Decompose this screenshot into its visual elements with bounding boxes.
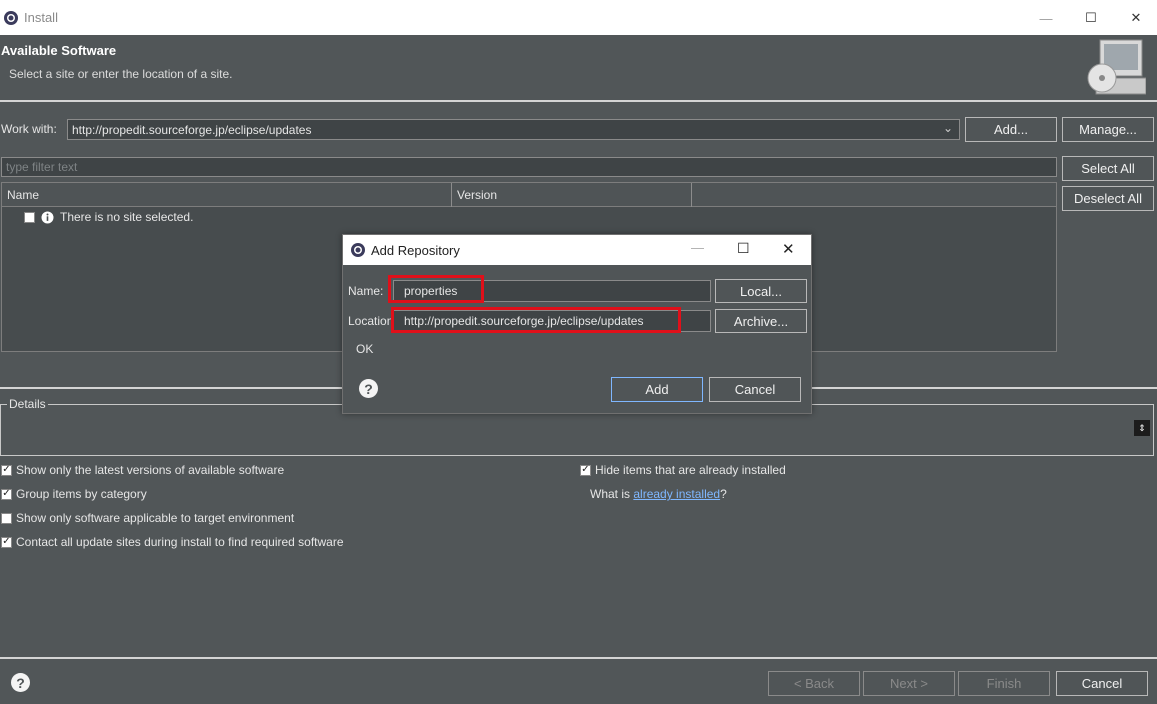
minimize-button[interactable]: — — [1023, 6, 1069, 30]
what-is-prefix: What is — [590, 487, 631, 501]
window-titlebar: Install — ☐ ✕ — [0, 0, 1157, 35]
close-icon: ✕ — [1130, 10, 1142, 25]
dialog-help-icon[interactable]: ? — [359, 379, 378, 398]
details-label: Details — [7, 397, 48, 411]
option-label: Group items by category — [16, 487, 147, 501]
cancel-button[interactable]: Cancel — [1056, 671, 1148, 696]
add-repository-dialog: Add Repository — ☐ ✕ Name: properties Lo… — [342, 234, 812, 414]
minimize-icon: — — [1039, 10, 1053, 26]
column-header-name[interactable]: Name — [2, 183, 452, 207]
table-header: Name Version — [2, 183, 1056, 207]
chevron-down-icon[interactable]: ⌄ — [943, 121, 953, 135]
table-row[interactable]: There is no site selected. — [24, 210, 193, 224]
checkbox-checked[interactable]: ✓ — [1, 488, 12, 500]
filter-input[interactable]: type filter text — [1, 157, 1057, 177]
what-is-suffix: ? — [720, 487, 727, 501]
work-with-combo[interactable]: http://propedit.sourceforge.jp/eclipse/u… — [67, 119, 960, 140]
dialog-cancel-button[interactable]: Cancel — [709, 377, 801, 402]
option-label: Hide items that are already installed — [595, 463, 786, 477]
option-hide-installed[interactable]: ✓ Hide items that are already installed — [580, 463, 786, 477]
option-contact-update-sites[interactable]: ✓ Contact all update sites during instal… — [1, 535, 344, 549]
local-button[interactable]: Local... — [715, 279, 807, 303]
checkbox-checked[interactable]: ✓ — [1, 464, 12, 476]
details-scroll-icon[interactable]: ⇕ — [1134, 420, 1150, 436]
next-button[interactable]: Next > — [863, 671, 955, 696]
header-separator — [0, 100, 1157, 102]
add-site-button[interactable]: Add... — [965, 117, 1057, 142]
deselect-all-button[interactable]: Deselect All — [1062, 186, 1154, 211]
work-with-label: Work with: — [1, 122, 57, 136]
eclipse-app-icon — [4, 11, 18, 25]
archive-button[interactable]: Archive... — [715, 309, 807, 333]
column-header-version[interactable]: Version — [452, 183, 692, 207]
page-title: Available Software — [1, 43, 117, 58]
option-group-by-category[interactable]: ✓ Group items by category — [1, 487, 147, 501]
dialog-close-icon[interactable]: ✕ — [782, 240, 795, 258]
dialog-name-label: Name: — [348, 284, 384, 298]
dialog-titlebar: Add Repository — ☐ ✕ — [343, 235, 811, 265]
back-button[interactable]: < Back — [768, 671, 860, 696]
already-installed-link[interactable]: already installed — [633, 487, 720, 501]
option-label: Contact all update sites during install … — [16, 535, 344, 549]
option-target-environment[interactable]: Show only software applicable to target … — [1, 511, 294, 525]
option-latest-versions[interactable]: ✓ Show only the latest versions of avail… — [1, 463, 284, 477]
checkbox-checked[interactable]: ✓ — [1, 536, 12, 548]
location-highlight-box — [391, 307, 681, 333]
dialog-location-label: Location: — [348, 314, 397, 328]
install-banner-icon — [1087, 39, 1146, 95]
option-label: Show only the latest versions of availab… — [16, 463, 285, 477]
what-is-installed-text: What is already installed? — [590, 487, 727, 501]
dialog-status-text: OK — [356, 342, 374, 356]
option-label: Show only software applicable to target … — [16, 511, 295, 525]
row-checkbox[interactable] — [24, 211, 35, 223]
checkbox-unchecked[interactable] — [1, 512, 12, 524]
footer-separator — [0, 657, 1157, 659]
select-all-button[interactable]: Select All — [1062, 156, 1154, 181]
eclipse-app-icon — [351, 243, 365, 257]
help-icon[interactable]: ? — [11, 673, 30, 692]
dialog-maximize-icon[interactable]: ☐ — [737, 240, 750, 257]
page-subtitle: Select a site or enter the location of a… — [9, 67, 233, 81]
dialog-minimize-icon[interactable]: — — [691, 240, 704, 255]
work-with-value: http://propedit.sourceforge.jp/eclipse/u… — [72, 122, 312, 137]
dialog-add-button[interactable]: Add — [611, 377, 703, 402]
close-button[interactable]: ✕ — [1113, 6, 1157, 30]
dialog-title: Add Repository — [371, 243, 460, 258]
manage-sites-button[interactable]: Manage... — [1062, 117, 1154, 142]
maximize-button[interactable]: ☐ — [1068, 6, 1114, 30]
maximize-icon: ☐ — [1085, 10, 1097, 25]
checkbox-checked[interactable]: ✓ — [580, 464, 591, 476]
finish-button[interactable]: Finish — [958, 671, 1050, 696]
name-highlight-box — [388, 275, 484, 303]
row-text: There is no site selected. — [60, 210, 194, 224]
window-title: Install — [24, 10, 58, 25]
info-icon — [41, 211, 54, 223]
